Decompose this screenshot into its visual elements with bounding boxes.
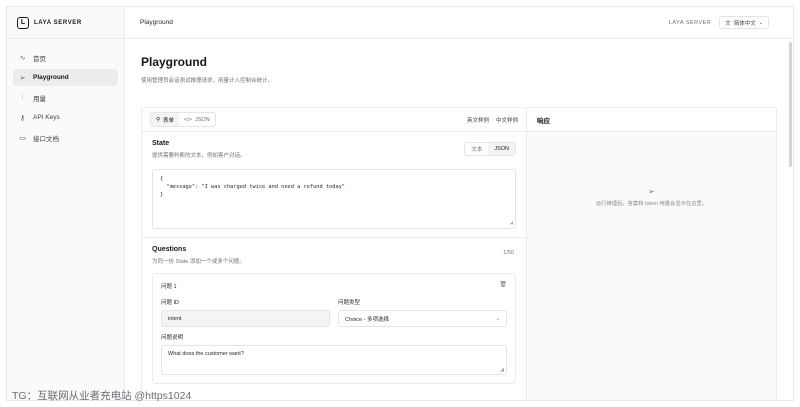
mode-switch: ⚲ 表单 </> JSON bbox=[150, 112, 216, 127]
trash-icon[interactable]: 🗑 bbox=[499, 281, 507, 288]
chevron-down-icon: ⌄ bbox=[495, 315, 500, 322]
tab-form-label: 表单 bbox=[163, 117, 175, 124]
state-section: State 提供需要判断的文本，例如客户对话。 文本 JSON { "messa… bbox=[142, 132, 526, 237]
key-icon: ⚷ bbox=[19, 114, 26, 122]
state-editor-value: { "message": "I was charged twice and ne… bbox=[160, 176, 345, 198]
pulse-icon: ∿ bbox=[19, 54, 26, 62]
sidebar-item-home[interactable]: ∿ 首页 bbox=[13, 49, 118, 66]
chinese-sample-link[interactable]: 中文样例 bbox=[496, 116, 518, 124]
code-icon: </> bbox=[184, 116, 192, 123]
chevron-down-icon: ⌄ bbox=[758, 19, 763, 26]
send-icon: ➢ bbox=[19, 74, 26, 82]
scrollbar[interactable] bbox=[789, 42, 792, 167]
page-title: Playground bbox=[141, 55, 208, 69]
questions-description: 为同一份 State 添加一个或多个问题。 bbox=[152, 259, 245, 265]
state-title: State bbox=[152, 140, 170, 147]
sidebar-item-label: 首页 bbox=[33, 55, 46, 63]
tab-form[interactable]: ⚲ 表单 bbox=[151, 113, 180, 126]
sidebar-item-usage[interactable]: ⫶ 用量 bbox=[13, 89, 118, 106]
question-id-value: intent bbox=[168, 315, 182, 322]
sidebar-nav: ∿ 首页 ➢ Playground ⫶ 用量 ⚷ API Keys ▭ 接口文档 bbox=[7, 39, 124, 159]
response-empty-state: ➢ 运行推理后，答案和 token 用量会显示在这里。 bbox=[582, 188, 721, 208]
question-id-label: 问题 ID bbox=[161, 300, 180, 306]
brand-name: LAYA SERVER bbox=[34, 19, 82, 26]
top-bar: Playground LAYA SERVER 文 简体中文 ⌄ bbox=[125, 7, 793, 39]
question-desc-value: What does the customer want? bbox=[168, 351, 244, 357]
breadcrumb: Playground bbox=[140, 19, 173, 26]
sidebar-item-playground[interactable]: ➢ Playground bbox=[13, 69, 118, 86]
question-desc-label: 问题说明 bbox=[161, 335, 184, 341]
question-type-group: 问题类型 Choice - 多项选择 ⌄ bbox=[338, 298, 507, 327]
language-select[interactable]: 文 简体中文 ⌄ bbox=[719, 16, 769, 29]
book-icon: ▭ bbox=[19, 134, 26, 142]
brand-logo: L bbox=[17, 16, 29, 29]
questions-count: 1/50 bbox=[503, 250, 514, 256]
app-window: L LAYA SERVER ∿ 首页 ➢ Playground ⫶ 用量 ⚷ A… bbox=[6, 6, 794, 401]
sidebar-item-label: 接口文档 bbox=[33, 135, 59, 143]
response-empty-text: 运行推理后，答案和 token 用量会显示在这里。 bbox=[595, 201, 708, 207]
response-title: 响应 bbox=[527, 108, 776, 132]
request-panel: ⚲ 表单 </> JSON 英文样例 中文样例 State 提供需要判断的文本，… bbox=[141, 107, 527, 400]
question-type-value: Choice - 多项选择 bbox=[345, 316, 390, 323]
question-id-input[interactable]: intent bbox=[161, 310, 330, 327]
question-type-select[interactable]: Choice - 多项选择 ⌄ bbox=[338, 310, 507, 327]
questions-title: Questions bbox=[152, 246, 187, 253]
brand[interactable]: L LAYA SERVER bbox=[7, 7, 124, 39]
question-card: 问题 1 🗑 问题 ID intent 问题类型 Choice - 多项选择 ⌄ bbox=[152, 273, 516, 384]
sidebar-item-label: API Keys bbox=[33, 114, 60, 121]
question-fields: 问题 ID intent 问题类型 Choice - 多项选择 ⌄ bbox=[161, 298, 507, 327]
resize-handle-icon[interactable]: ◢ bbox=[510, 219, 513, 227]
state-editor[interactable]: { "message": "I was charged twice and ne… bbox=[152, 169, 516, 229]
question-title: 问题 1 bbox=[161, 284, 177, 290]
sidebar: L LAYA SERVER ∿ 首页 ➢ Playground ⫶ 用量 ⚷ A… bbox=[7, 7, 125, 400]
sidebar-item-api-keys[interactable]: ⚷ API Keys bbox=[13, 109, 118, 126]
tab-json-label: JSON bbox=[195, 116, 210, 123]
language-label: 简体中文 bbox=[733, 20, 756, 27]
state-format-json[interactable]: JSON bbox=[488, 143, 515, 155]
translate-icon: 文 bbox=[725, 20, 731, 27]
page-description: 使用管理员会话测试推理请求，用量计入控制台统计。 bbox=[141, 78, 274, 84]
state-format-text[interactable]: 文本 bbox=[465, 143, 488, 155]
question-desc-input[interactable]: What does the customer want? ◢ bbox=[161, 345, 507, 375]
filter-icon: ⚲ bbox=[156, 116, 161, 123]
questions-section: Questions 为同一份 State 添加一个或多个问题。 1/50 bbox=[142, 238, 526, 265]
resize-handle-icon[interactable]: ◢ bbox=[500, 367, 504, 373]
tab-json[interactable]: </> JSON bbox=[179, 113, 215, 126]
state-format-toggle: 文本 JSON bbox=[464, 142, 516, 156]
question-id-group: 问题 ID intent bbox=[161, 298, 330, 327]
sample-links: 英文样例 中文样例 bbox=[467, 116, 518, 124]
bar-chart-icon: ⫶ bbox=[21, 93, 24, 101]
main-area: Playground LAYA SERVER 文 简体中文 ⌄ Playgrou… bbox=[125, 7, 793, 400]
response-panel: 响应 ➢ 运行推理后，答案和 token 用量会显示在这里。 bbox=[527, 107, 777, 400]
sidebar-item-label: Playground bbox=[33, 74, 69, 81]
sidebar-item-label: 用量 bbox=[33, 95, 46, 103]
state-description: 提供需要判断的文本，例如客户对话。 bbox=[152, 153, 246, 159]
watermark-text: TG：互联网从业者充电站 @https1024 bbox=[12, 390, 192, 402]
english-sample-link[interactable]: 英文样例 bbox=[467, 116, 489, 124]
send-icon: ➢ bbox=[648, 187, 655, 196]
question-type-label: 问题类型 bbox=[338, 300, 361, 306]
request-panel-header: ⚲ 表单 </> JSON 英文样例 中文样例 bbox=[142, 108, 526, 132]
topbar-brand: LAYA SERVER bbox=[668, 19, 712, 26]
sidebar-item-docs[interactable]: ▭ 接口文档 bbox=[13, 129, 118, 146]
